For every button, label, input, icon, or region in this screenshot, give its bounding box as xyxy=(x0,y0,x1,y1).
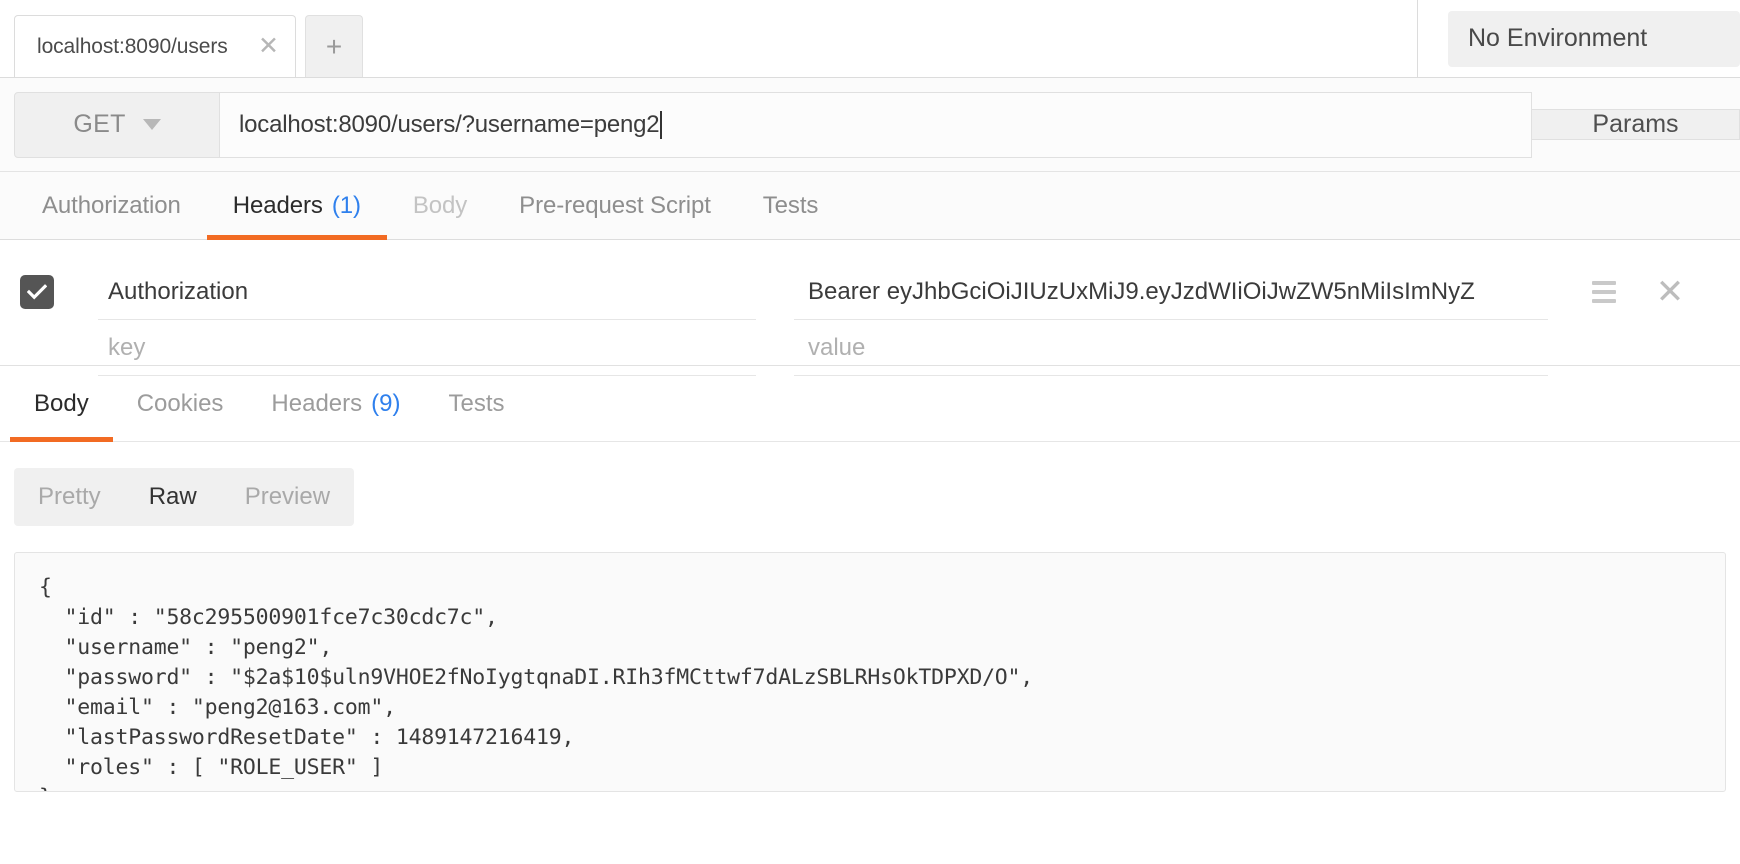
response-tab-body-label: Body xyxy=(34,389,89,417)
header-value-placeholder: value xyxy=(808,333,866,361)
plus-icon: + xyxy=(325,30,343,62)
tab-authorization-label: Authorization xyxy=(42,191,181,219)
check-icon xyxy=(27,284,47,300)
response-tab-cookies-label: Cookies xyxy=(136,389,224,417)
headers-panel: Authorization Bearer eyJhbGciOiJIUzUxMiJ… xyxy=(0,240,1740,376)
chevron-down-icon xyxy=(142,119,161,130)
tab-pre-request-script[interactable]: Pre-request Script xyxy=(493,172,737,239)
response-tab-headers-count: (9) xyxy=(371,389,401,417)
tab-tests[interactable]: Tests xyxy=(737,172,845,239)
tab-headers-count: (1) xyxy=(331,191,361,219)
response-tab-body[interactable]: Body xyxy=(10,366,113,442)
tab-authorization[interactable]: Authorization xyxy=(16,172,207,239)
tab-body[interactable]: Body xyxy=(387,172,493,239)
tab-strip-spacer xyxy=(363,0,1418,77)
format-raw-button[interactable]: Raw xyxy=(125,468,221,526)
header-key-value: Authorization xyxy=(108,277,249,305)
header-row: Authorization Bearer eyJhbGciOiJIUzUxMiJ… xyxy=(0,264,1740,320)
text-caret xyxy=(660,110,663,139)
url-bar-group: GET localhost:8090/users/?username=peng2 xyxy=(14,91,1532,158)
url-input-value: localhost:8090/users/?username=peng2 xyxy=(239,110,660,138)
header-enabled-checkbox[interactable] xyxy=(20,331,54,365)
tab-headers[interactable]: Headers (1) xyxy=(206,172,387,240)
response-tab-headers-label: Headers xyxy=(271,389,363,417)
tab-body-label: Body xyxy=(412,191,468,219)
header-value-field[interactable]: value xyxy=(794,320,1548,376)
response-tab-cookies[interactable]: Cookies xyxy=(113,366,248,441)
tab-tests-label: Tests xyxy=(762,191,819,219)
header-row-actions: ✕ xyxy=(1548,275,1728,309)
url-input[interactable]: localhost:8090/users/?username=peng2 xyxy=(220,91,1532,158)
format-pretty-button[interactable]: Pretty xyxy=(14,468,125,526)
header-enabled-checkbox[interactable] xyxy=(20,275,54,309)
response-tab-tests[interactable]: Tests xyxy=(424,366,528,441)
method-label: GET xyxy=(73,110,126,138)
header-value-field[interactable]: Bearer eyJhbGciOiJIUzUxMiJ9.eyJzdWIiOiJw… xyxy=(794,264,1548,320)
tab-pre-request-script-label: Pre-request Script xyxy=(519,191,711,219)
method-selector[interactable]: GET xyxy=(14,91,220,158)
format-raw-label: Raw xyxy=(148,483,197,510)
format-pretty-label: Pretty xyxy=(38,483,101,510)
response-tab-tests-label: Tests xyxy=(448,389,505,417)
response-code-text: { "id" : "58c295500901fce7c30cdc7c", "us… xyxy=(39,575,1034,791)
close-icon[interactable]: ✕ xyxy=(1656,275,1685,309)
header-value-value: Bearer eyJhbGciOiJIUzUxMiJ9.eyJzdWIiOiJw… xyxy=(808,277,1475,305)
request-tabs: Authorization Headers (1) Body Pre-reque… xyxy=(0,172,1740,240)
url-bar: GET localhost:8090/users/?username=peng2… xyxy=(0,78,1740,172)
tab-headers-label: Headers xyxy=(232,191,323,219)
request-tab-label: localhost:8090/users xyxy=(37,34,228,58)
tab-strip-tabs: localhost:8090/users ✕ + xyxy=(0,0,363,77)
environment-area: No Environment xyxy=(1418,0,1740,77)
params-button-label: Params xyxy=(1592,110,1679,138)
environment-label: No Environment xyxy=(1468,24,1648,52)
format-preview-label: Preview xyxy=(244,483,331,510)
format-preview-button[interactable]: Preview xyxy=(221,468,354,526)
request-tab[interactable]: localhost:8090/users ✕ xyxy=(14,15,296,77)
response-code-viewer[interactable]: { "id" : "58c295500901fce7c30cdc7c", "us… xyxy=(14,552,1726,792)
header-key-field[interactable]: Authorization xyxy=(98,264,756,320)
close-icon[interactable]: ✕ xyxy=(250,34,279,59)
list-icon[interactable] xyxy=(1591,281,1616,303)
tab-strip: localhost:8090/users ✕ + No Environment xyxy=(0,0,1740,78)
new-tab-button[interactable]: + xyxy=(305,15,363,77)
environment-selector[interactable]: No Environment xyxy=(1448,10,1740,67)
response-format-toggle: Pretty Raw Preview xyxy=(14,468,355,526)
response-tab-headers[interactable]: Headers (9) xyxy=(247,366,424,441)
params-button[interactable]: Params xyxy=(1532,109,1740,140)
response-body-panel: Pretty Raw Preview { "id" : "58c29550090… xyxy=(0,442,1740,794)
header-key-placeholder: key xyxy=(108,333,146,361)
response-tabs: Body Cookies Headers (9) Tests xyxy=(0,366,1740,442)
